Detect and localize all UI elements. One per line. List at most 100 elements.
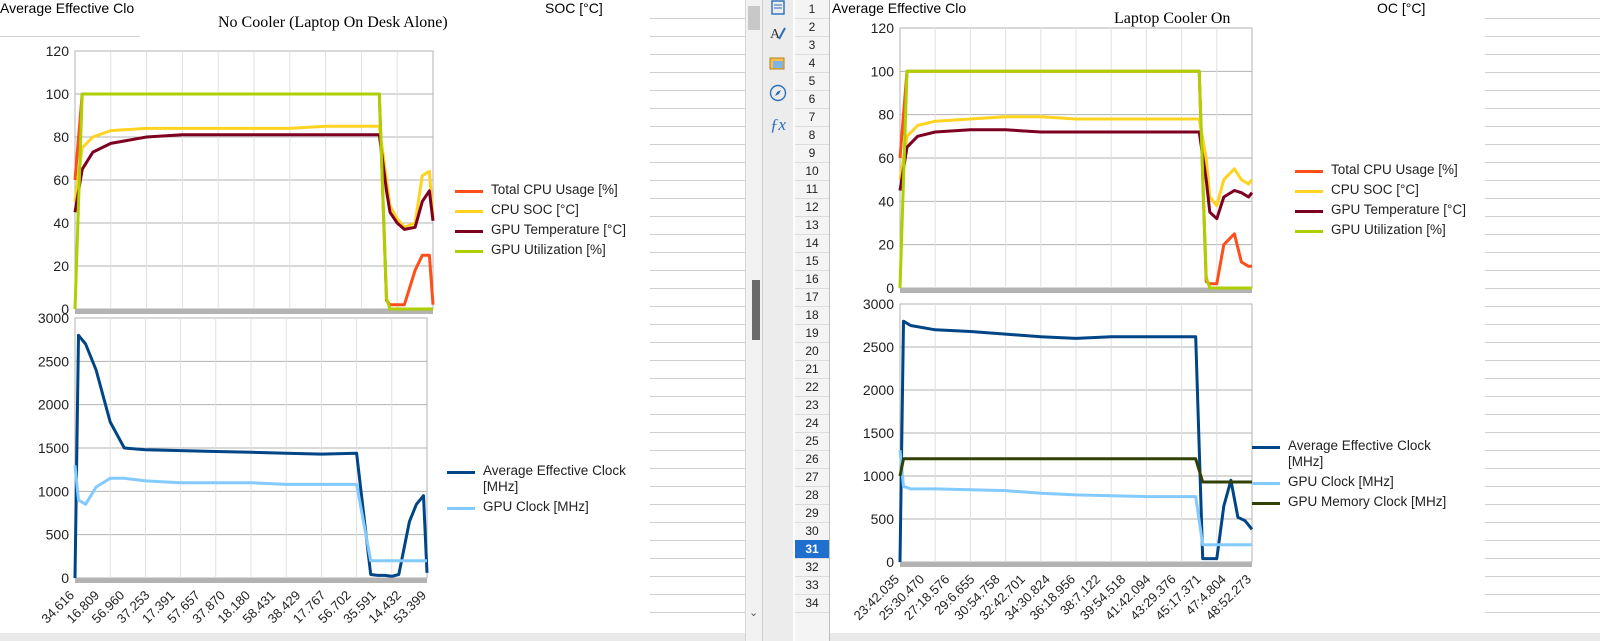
- cell-gridline: [650, 270, 745, 271]
- horizontal-scrollbar[interactable]: [0, 633, 745, 641]
- cell-gridline: [650, 414, 745, 415]
- y-tick-label: 1000: [863, 468, 894, 484]
- cell-gridline: [1485, 54, 1600, 55]
- row-header-9[interactable]: 9: [795, 144, 829, 163]
- row-header-4[interactable]: 4: [795, 54, 829, 73]
- styles-icon[interactable]: A: [767, 22, 789, 44]
- y-tick-label: 2500: [863, 339, 894, 355]
- row-header-15[interactable]: 15: [795, 252, 829, 271]
- y-tick-label: 120: [871, 20, 895, 36]
- row-header-3[interactable]: 3: [795, 36, 829, 55]
- legend-swatch: [1295, 230, 1323, 233]
- cell-gridline: [650, 396, 745, 397]
- row-header-10[interactable]: 10: [795, 162, 829, 181]
- cell-gridline: [650, 558, 745, 559]
- chart-title: No Cooler (Laptop On Desk Alone): [214, 14, 452, 32]
- cell-gridline: [650, 432, 745, 433]
- y-tick-label: 500: [871, 511, 895, 527]
- cell-gridline: [650, 18, 745, 19]
- row-header-31[interactable]: 31: [795, 540, 829, 559]
- row-header-28[interactable]: 28: [795, 486, 829, 505]
- y-tick-label: 20: [878, 237, 894, 253]
- chart-right-bottom[interactable]: 05001000150020002500300023:42.03525:30.4…: [845, 296, 1275, 632]
- row-header-24[interactable]: 24: [795, 414, 829, 433]
- x-axis-band: [900, 288, 1252, 293]
- header-col-a[interactable]: Average Effective Clo: [0, 0, 134, 16]
- row-header-13[interactable]: 13: [795, 216, 829, 235]
- row-header-16[interactable]: 16: [795, 270, 829, 289]
- cell-gridline: [1485, 540, 1600, 541]
- cell-gridline: [1485, 36, 1600, 37]
- row-header-7[interactable]: 7: [795, 108, 829, 127]
- cell-gridline: [1485, 198, 1600, 199]
- functions-icon[interactable]: ƒx: [767, 114, 789, 136]
- cell-gridline: [650, 126, 745, 127]
- navigator-icon[interactable]: [767, 82, 789, 104]
- scrollbar-thumb[interactable]: [748, 6, 760, 30]
- row-header-12[interactable]: 12: [795, 198, 829, 217]
- cell-gridline: [650, 252, 745, 253]
- chart-right-top[interactable]: 0 20 40 60 80 100 120: [845, 20, 1275, 302]
- header-col-a[interactable]: Average Effective Clo: [832, 0, 966, 16]
- split-divider-handle[interactable]: [752, 280, 760, 340]
- legend-swatch: [455, 250, 483, 253]
- chart-left-bottom[interactable]: 05001000150020002500300034.61616.80956.9…: [15, 310, 460, 630]
- cell-gridline: [1485, 216, 1600, 217]
- legend-swatch: [1252, 482, 1280, 485]
- horizontal-scrollbar[interactable]: [830, 633, 1600, 641]
- row-header-14[interactable]: 14: [795, 234, 829, 253]
- header-col-soc[interactable]: SOC [°C]: [545, 0, 603, 16]
- y-tick-label: 2500: [38, 353, 69, 369]
- row-header-20[interactable]: 20: [795, 342, 829, 361]
- row-header-25[interactable]: 25: [795, 432, 829, 451]
- row-header-26[interactable]: 26: [795, 450, 829, 469]
- row-header-11[interactable]: 11: [795, 180, 829, 199]
- row-header-21[interactable]: 21: [795, 360, 829, 379]
- legend-label: Total CPU Usage [%]: [1331, 162, 1458, 177]
- cell-gridline: [650, 216, 745, 217]
- row-header-33[interactable]: 33: [795, 576, 829, 595]
- row-header-30[interactable]: 30: [795, 522, 829, 541]
- properties-icon[interactable]: [767, 0, 789, 19]
- row-header-23[interactable]: 23: [795, 396, 829, 415]
- legend-swatch: [455, 210, 483, 213]
- row-header-1[interactable]: 1: [795, 0, 829, 19]
- cell-gridline: [650, 90, 745, 91]
- legend-label: CPU SOC [°C]: [1331, 182, 1419, 197]
- row-header-6[interactable]: 6: [795, 90, 829, 109]
- cell-gridline: [1485, 486, 1600, 487]
- row-header-5[interactable]: 5: [795, 72, 829, 91]
- left-sheet-pane: Average Effective Clo SOC [°C] No Cooler…: [0, 0, 745, 641]
- row-header-29[interactable]: 29: [795, 504, 829, 523]
- gallery-icon[interactable]: [767, 52, 789, 74]
- legend-label: GPU Memory Clock [MHz]: [1288, 494, 1447, 509]
- row-header-8[interactable]: 8: [795, 126, 829, 145]
- row-header-18[interactable]: 18: [795, 306, 829, 325]
- legend-item: GPU Memory Clock [MHz]: [1252, 494, 1458, 510]
- y-tick-label: 500: [46, 527, 70, 543]
- row-header-19[interactable]: 19: [795, 324, 829, 343]
- row-header-34[interactable]: 34: [795, 594, 829, 613]
- cell-gridline: [650, 144, 745, 145]
- legend-item: Average Effective Clock [MHz]: [447, 463, 653, 495]
- legend-label: GPU Temperature [°C]: [491, 222, 626, 237]
- cell-gridline: [1485, 144, 1600, 145]
- row-header-17[interactable]: 17: [795, 288, 829, 307]
- header-col-soc[interactable]: OC [°C]: [1377, 0, 1425, 16]
- legend-label: GPU Utilization [%]: [1331, 222, 1446, 237]
- scroll-down-icon[interactable]: ⌄: [749, 606, 758, 619]
- row-header-2[interactable]: 2: [795, 18, 829, 37]
- y-tick-label: 20: [53, 258, 69, 274]
- row-header-32[interactable]: 32: [795, 558, 829, 577]
- y-tick-label: 60: [878, 150, 894, 166]
- chart-left-top[interactable]: 020406080100120: [15, 43, 460, 340]
- cell-gridline: [1485, 252, 1600, 253]
- legend-swatch: [455, 230, 483, 233]
- cell-gridline: [650, 576, 745, 577]
- cell-gridline: [650, 36, 745, 37]
- legend-swatch: [1252, 502, 1280, 505]
- legend-swatch: [1252, 446, 1280, 449]
- row-header-22[interactable]: 22: [795, 378, 829, 397]
- row-header-27[interactable]: 27: [795, 468, 829, 487]
- cell-gridline: [1485, 414, 1600, 415]
